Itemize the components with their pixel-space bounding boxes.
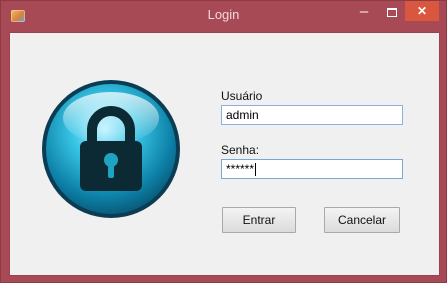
padlock-icon [40,78,182,220]
password-input[interactable]: ****** [221,159,403,179]
form-client-area: Usuário admin Senha: ****** Entrar Cance… [9,32,440,276]
username-input[interactable]: admin [221,105,403,125]
cancel-button[interactable]: Cancelar [324,207,400,233]
enter-button[interactable]: Entrar [222,207,296,233]
text-caret [255,163,257,177]
minimize-button[interactable]: – [353,4,375,21]
password-label: Senha: [221,143,260,157]
title-bar[interactable]: Login – ✕ [1,1,446,31]
close-button[interactable]: ✕ [405,1,439,21]
password-value: ****** [226,162,255,176]
window-title: Login [207,7,240,22]
login-window: Login – ✕ Usuário admin Senha: ****** En… [0,0,447,283]
username-value: admin [226,108,259,122]
user-label: Usuário [221,89,263,103]
maximize-button[interactable] [381,5,403,21]
padlock-graphic [42,80,180,218]
